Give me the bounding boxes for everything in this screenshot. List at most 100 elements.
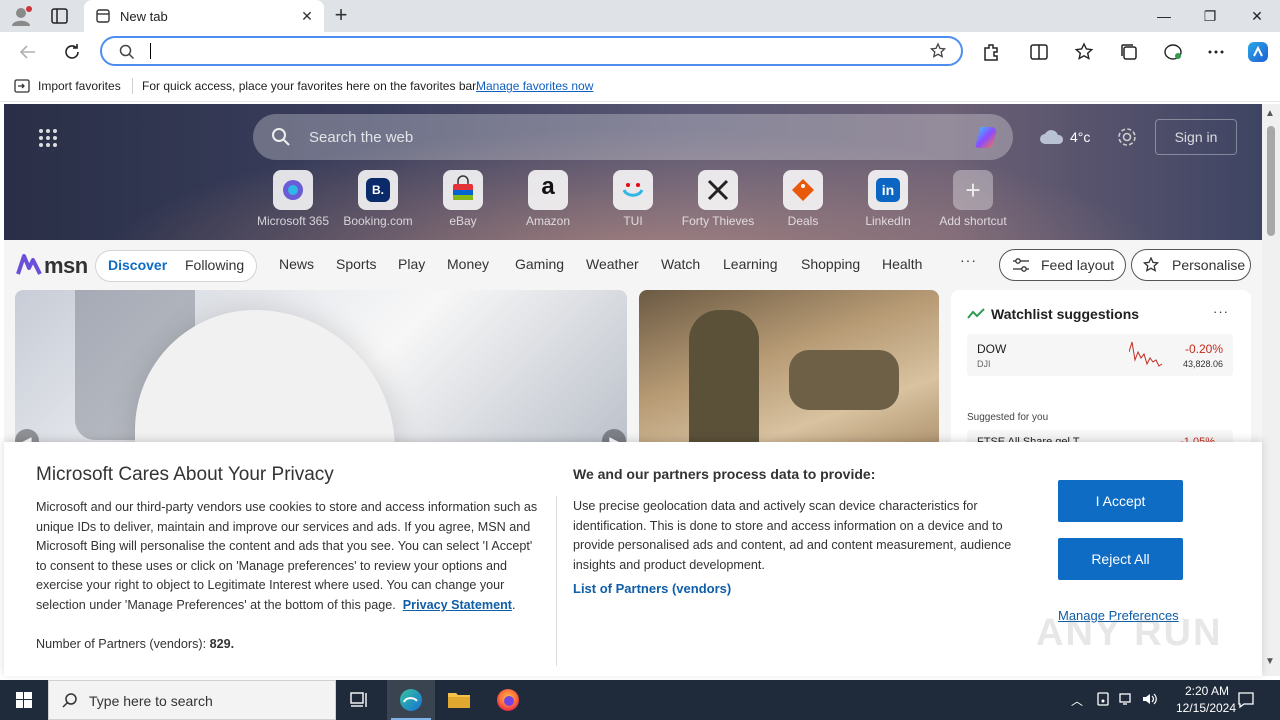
reject-all-button[interactable]: Reject All	[1058, 538, 1183, 580]
msn-wordmark: msn	[44, 253, 88, 278]
plus-icon: +	[965, 175, 981, 205]
extensions-icon[interactable]	[979, 40, 1003, 64]
accept-button[interactable]: I Accept	[1058, 480, 1183, 522]
gear-icon[interactable]	[1116, 126, 1138, 151]
ebay-icon	[443, 170, 483, 210]
import-favorites-button[interactable]: Import favorites	[38, 79, 121, 93]
tab-new-tab[interactable]: New tab ✕	[84, 0, 324, 32]
manage-favorites-link[interactable]: Manage favorites now	[476, 79, 593, 93]
windows-start-icon[interactable]	[0, 680, 48, 720]
new-tab-button[interactable]: +	[330, 4, 352, 27]
shortcut-label: Forty Thieves	[681, 214, 755, 228]
text-caret	[150, 43, 151, 59]
news-card-featured[interactable]	[15, 290, 627, 460]
privacy-divider	[556, 496, 557, 666]
shortcut-label: eBay	[449, 214, 477, 228]
tab-discover[interactable]: Discover	[108, 257, 167, 273]
stock-trend-icon	[967, 308, 985, 323]
msn-logo[interactable]: msn	[16, 250, 88, 278]
search-icon	[271, 127, 291, 150]
taskbar-search-input[interactable]: Type here to search	[48, 680, 336, 720]
split-screen-icon[interactable]	[1027, 40, 1051, 64]
partners-list-link[interactable]: List of Partners (vendors)	[573, 581, 731, 596]
personalise-label: Personalise	[1172, 257, 1246, 273]
shortcut-tui[interactable]: TUI	[593, 170, 673, 230]
feed-tab-group: Discover Following	[95, 250, 257, 282]
close-tab-icon[interactable]: ✕	[299, 8, 315, 24]
search-icon	[61, 692, 79, 713]
minimize-button[interactable]: —	[1141, 0, 1187, 32]
app-launcher-icon[interactable]	[38, 128, 58, 148]
add-favorite-star-icon[interactable]	[929, 42, 947, 63]
shortcut-forty-thieves[interactable]: Forty Thieves	[678, 170, 758, 230]
shortcut-ebay[interactable]: eBay	[423, 170, 503, 230]
web-search-input[interactable]: Search the web	[253, 114, 1013, 160]
show-hidden-icons-icon[interactable]: ︿	[1071, 692, 1083, 709]
task-view-icon[interactable]	[336, 680, 384, 720]
weather-temperature[interactable]: 4°c	[1070, 129, 1090, 145]
copilot-search-icon[interactable]	[973, 122, 1003, 152]
shortcut-booking[interactable]: B. Booking.com	[338, 170, 418, 230]
device-icon[interactable]	[1096, 691, 1110, 710]
watchlist-more-icon[interactable]: ···	[1213, 304, 1229, 319]
notification-dot	[26, 6, 32, 12]
back-icon[interactable]	[16, 40, 40, 64]
cloud-weather-icon[interactable]	[1038, 126, 1066, 151]
scrollbar-thumb[interactable]	[1267, 126, 1275, 236]
settings-more-icon[interactable]	[1204, 40, 1228, 64]
scroll-up-icon[interactable]: ▲	[1265, 108, 1275, 119]
network-icon[interactable]	[1118, 691, 1134, 710]
feed-layout-button[interactable]: Feed layout	[999, 249, 1126, 281]
taskbar-search-placeholder: Type here to search	[89, 693, 213, 709]
add-shortcut-button[interactable]: + Add shortcut	[933, 170, 1013, 230]
nav-more-icon[interactable]: ···	[960, 252, 977, 268]
nav-health[interactable]: Health	[882, 256, 922, 272]
privacy-statement-link[interactable]: Privacy Statement	[403, 598, 512, 612]
scroll-down-icon[interactable]: ▼	[1265, 656, 1275, 667]
nav-shopping[interactable]: Shopping	[801, 256, 860, 272]
stock-change: -0.20%	[1184, 342, 1223, 356]
favorites-bar: Import favorites For quick access, place…	[0, 70, 1280, 102]
shortcut-deals[interactable]: Deals	[763, 170, 843, 230]
clock-date[interactable]: 12/15/2024	[1166, 701, 1246, 715]
nav-weather[interactable]: Weather	[586, 256, 639, 272]
nav-gaming[interactable]: Gaming	[515, 256, 564, 272]
volume-icon[interactable]	[1141, 691, 1159, 710]
tab-following[interactable]: Following	[185, 257, 244, 273]
restore-button[interactable]: ❐	[1187, 0, 1233, 32]
edge-taskbar-icon[interactable]	[387, 680, 435, 720]
copilot-icon[interactable]	[1246, 40, 1270, 64]
file-explorer-icon[interactable]	[435, 680, 483, 720]
personalise-button[interactable]: Personalise	[1131, 249, 1251, 281]
favorites-icon[interactable]	[1072, 40, 1096, 64]
shortcut-amazon[interactable]: a Amazon	[508, 170, 588, 230]
notifications-icon[interactable]	[1236, 690, 1256, 713]
news-card-soldiers[interactable]	[639, 290, 939, 460]
shortcut-label: TUI	[623, 214, 643, 228]
nav-money[interactable]: Money	[447, 256, 489, 272]
shortcut-label: Amazon	[525, 214, 571, 228]
shortcut-microsoft-365[interactable]: Microsoft 365	[253, 170, 333, 230]
shortcut-linkedin[interactable]: in LinkedIn	[848, 170, 928, 230]
nav-learning[interactable]: Learning	[723, 256, 778, 272]
nav-news[interactable]: News	[279, 256, 314, 272]
suggested-label: Suggested for you	[967, 412, 1049, 423]
clock-time[interactable]: 2:20 AM	[1170, 684, 1244, 698]
close-window-button[interactable]: ✕	[1234, 0, 1280, 32]
watchlist-row-dow[interactable]: DOW DJI -0.20% 43,828.06	[967, 334, 1233, 376]
sign-in-button[interactable]: Sign in	[1155, 119, 1237, 155]
address-bar-input[interactable]	[100, 36, 963, 66]
nav-sports[interactable]: Sports	[336, 256, 376, 272]
profile-avatar-icon[interactable]	[8, 4, 34, 28]
tab-actions-icon[interactable]	[48, 6, 72, 26]
browser-essentials-icon[interactable]	[1161, 40, 1185, 64]
page-scrollbar[interactable]: ▲ ▼	[1262, 104, 1280, 676]
nav-watch[interactable]: Watch	[661, 256, 700, 272]
purposes-title: We and our partners process data to prov…	[573, 466, 876, 482]
import-favorites-icon[interactable]	[14, 78, 32, 97]
firefox-icon[interactable]	[484, 680, 532, 720]
refresh-icon[interactable]	[60, 40, 84, 64]
new-tab-page-icon	[96, 9, 110, 23]
nav-play[interactable]: Play	[398, 256, 425, 272]
collections-icon[interactable]	[1117, 40, 1141, 64]
